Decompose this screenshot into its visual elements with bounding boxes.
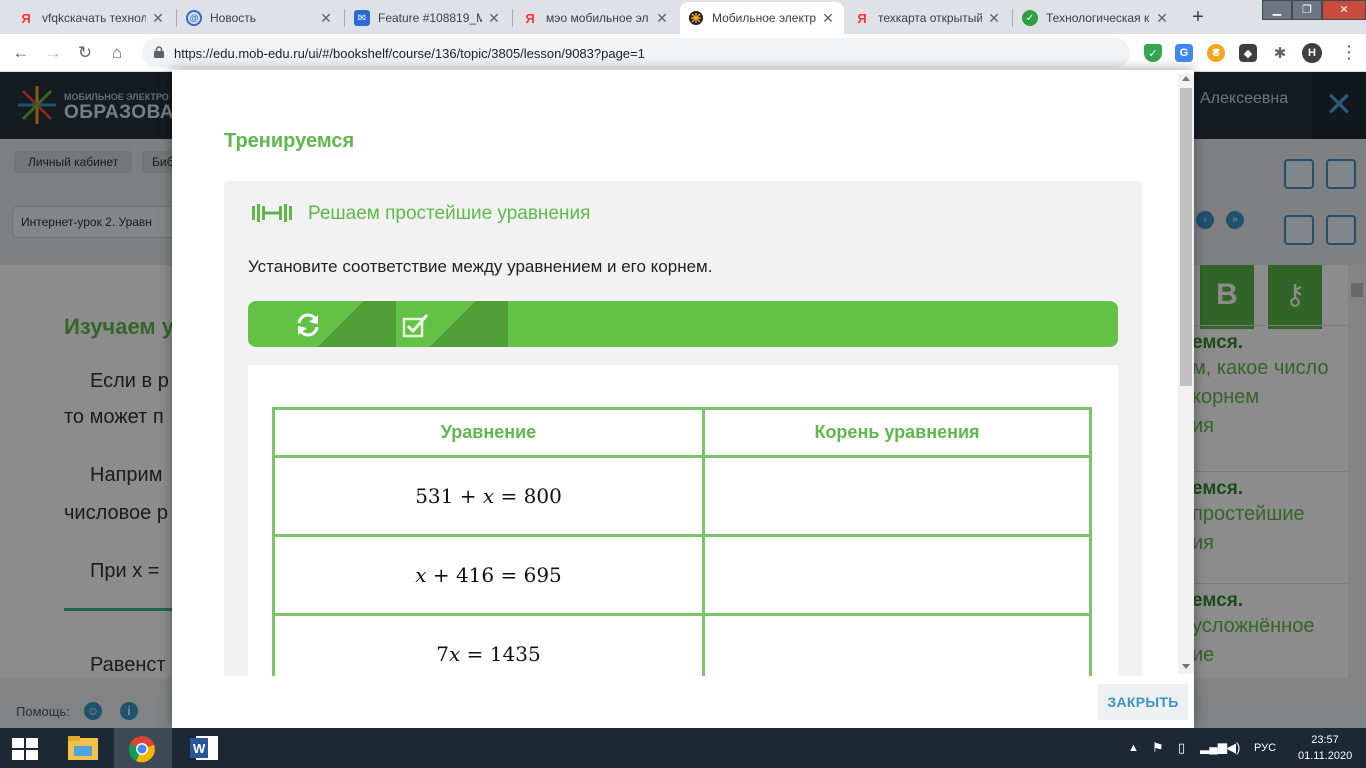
equation-cell: 531 + x = 800 [272, 455, 705, 537]
volume-icon[interactable]: ◀) [1226, 740, 1240, 756]
shield-extension-icon[interactable]: ✓ [1144, 44, 1162, 62]
equation-cell: 7x = 1435 [272, 613, 705, 676]
root-drop-cell[interactable] [702, 534, 1092, 616]
exercise-title: Решаем простейшие уравнения [308, 203, 591, 224]
section-title: Тренируемся [224, 130, 355, 152]
menu-kebab-icon[interactable]: ⋮ [1340, 42, 1358, 63]
close-icon[interactable]: ✕ [986, 10, 1002, 27]
language-indicator[interactable]: РУС [1254, 742, 1276, 754]
browser-tab[interactable]: Я мэо мобильное эл ✕ [514, 2, 678, 34]
minimize-button[interactable]: ▁ [1262, 0, 1292, 20]
browser-tab[interactable]: @ Новость ✕ [178, 2, 342, 34]
signal-icon[interactable]: ▂▄▆ [1200, 740, 1227, 754]
yandex-icon: Я [857, 10, 867, 26]
browser-tab[interactable]: ✉ Feature #108819_М ✕ [346, 2, 510, 34]
tab-label: техкарта открытый [878, 11, 982, 25]
exercise-action-bar [248, 301, 1118, 347]
battery-icon[interactable]: ▯ [1178, 740, 1185, 756]
close-icon[interactable]: ✕ [820, 10, 836, 27]
scroll-down-arrow-icon[interactable] [1182, 664, 1190, 669]
cube-extension-icon[interactable]: ◆ [1239, 44, 1257, 62]
root-drop-cell[interactable] [702, 455, 1092, 537]
browser-tab[interactable]: Я техкарта открытый ✕ [846, 2, 1010, 34]
back-arrow-icon[interactable]: ← [10, 42, 32, 64]
file-explorer-taskbar-icon[interactable] [54, 728, 112, 768]
equation-cell: x + 416 = 695 [272, 534, 705, 616]
check-circle-icon: ✓ [1022, 10, 1038, 26]
root-drop-cell[interactable] [702, 613, 1092, 676]
close-icon[interactable]: ✕ [318, 10, 334, 27]
home-icon[interactable]: ⌂ [106, 42, 128, 64]
matching-area: Уравнение Корень уравнения 531 + x = 800… [248, 365, 1118, 676]
exercise-card: Решаем простейшие уравнения Установите с… [224, 181, 1142, 676]
forward-arrow-icon[interactable]: → [42, 42, 64, 64]
browser-toolbar: ← → ↻ ⌂ https://edu.mob-edu.ru/ui/#/book… [0, 34, 1366, 72]
exercise-modal: Тренируемся Решаем простейшие уравнения … [172, 70, 1194, 728]
modal-close-button[interactable]: ЗАКРЫТЬ [1098, 684, 1188, 720]
windows-taskbar: W ▲ ⚑ ▯ ▂▄▆ ◀) РУС 23:57 01.11.2020 [0, 728, 1366, 768]
word-taskbar-icon[interactable]: W [176, 728, 234, 768]
coin-extension-icon[interactable]: ₴ [1207, 44, 1225, 62]
windows-start-icon[interactable] [12, 738, 38, 760]
yandex-icon: Я [525, 10, 535, 26]
close-icon[interactable]: ✕ [654, 10, 670, 27]
table-row: 531 + x = 800 [272, 455, 1092, 537]
tab-label: vfqkскачать технол [42, 11, 146, 25]
modal-scrollbar[interactable] [1178, 74, 1194, 674]
reload-icon[interactable]: ↻ [74, 42, 96, 64]
clock-time[interactable]: 23:57 [1300, 734, 1350, 746]
tab-label: Новость [210, 11, 257, 25]
flag-icon[interactable]: ⚑ [1152, 740, 1164, 756]
lock-icon [154, 46, 164, 58]
checkbox-check-icon [402, 314, 429, 338]
url-text: https://edu.mob-edu.ru/ui/#/bookshelf/co… [174, 46, 645, 61]
puzzle-extension-icon[interactable]: ✱ [1271, 44, 1289, 62]
column-header-root: Корень уравнения [702, 407, 1092, 458]
tab-label: Feature #108819_М [378, 11, 482, 25]
restore-button[interactable]: ❐ [1292, 0, 1322, 20]
at-icon: @ [186, 10, 202, 26]
dumbbell-icon [252, 204, 292, 222]
browser-tab-active[interactable]: Мобильное электр ✕ [680, 2, 844, 34]
yandex-icon: Я [21, 10, 31, 26]
translate-extension-icon[interactable]: G [1175, 44, 1193, 62]
table-row: 7x = 1435 [272, 613, 1092, 676]
check-answer-button[interactable] [398, 301, 508, 347]
window-close-button[interactable]: ✕ [1322, 0, 1366, 20]
mail-icon: ✉ [354, 10, 370, 26]
profile-avatar[interactable]: H [1302, 43, 1322, 63]
scroll-thumb[interactable] [1180, 88, 1192, 386]
tab-label: Технологическая к [1046, 11, 1150, 25]
scroll-up-arrow-icon[interactable] [1182, 76, 1190, 81]
svg-text:W: W [193, 741, 206, 756]
chrome-taskbar-icon[interactable] [114, 728, 172, 768]
refresh-icon [297, 313, 319, 337]
matching-table: Уравнение Корень уравнения 531 + x = 800… [272, 407, 1092, 676]
new-tab-button[interactable]: + [1186, 6, 1210, 30]
reset-button[interactable] [286, 301, 396, 347]
tab-label: Мобильное электр [712, 11, 816, 25]
browser-tab-strip: Я vfqkскачать технол ✕ @ Новость ✕ ✉ Fea… [0, 0, 1366, 34]
tab-label: мэо мобильное эл [546, 11, 649, 25]
task-instruction: Установите соответствие между уравнением… [248, 257, 713, 276]
column-header-equation: Уравнение [272, 407, 705, 458]
meo-logo-icon [688, 10, 704, 26]
browser-tab[interactable]: ✓ Технологическая к ✕ [1014, 2, 1178, 34]
tray-chevron-icon[interactable]: ▲ [1128, 742, 1139, 754]
close-icon[interactable]: ✕ [486, 10, 502, 27]
close-icon[interactable]: ✕ [150, 10, 166, 27]
close-icon[interactable]: ✕ [1154, 10, 1170, 27]
profile-initial: H [1308, 47, 1316, 59]
clock-date[interactable]: 01.11.2020 [1298, 750, 1352, 762]
table-row: x + 416 = 695 [272, 534, 1092, 616]
address-bar[interactable]: https://edu.mob-edu.ru/ui/#/bookshelf/co… [142, 38, 1130, 68]
browser-tab[interactable]: Я vfqkскачать технол ✕ [10, 2, 174, 34]
modal-content: Тренируемся Решаем простейшие уравнения … [186, 86, 1164, 676]
